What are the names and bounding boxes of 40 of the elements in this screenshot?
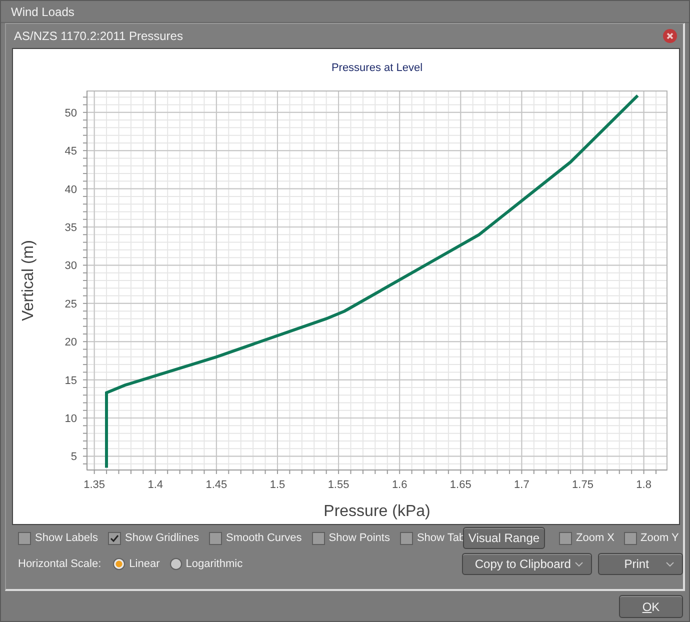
option-checkbox[interactable]: Show Points [312, 532, 390, 544]
y-axis-label: Vertical (m) [20, 240, 37, 321]
dropdown-button[interactable]: Copy to Clipboard [462, 553, 592, 575]
y-tick-label: 25 [64, 298, 77, 310]
scale-radio[interactable]: Linear [113, 558, 160, 570]
scale-label: Horizontal Scale: [18, 558, 102, 570]
panel-title: AS/NZS 1170.2:2011 Pressures [14, 28, 183, 42]
ok-button[interactable]: OK [619, 595, 683, 618]
check-icon [110, 534, 119, 542]
x-tick-label: 1.8 [636, 479, 652, 491]
window-title: Wind Loads [11, 4, 74, 18]
x-tick-label: 1.65 [450, 479, 472, 491]
x-tick-label: 1.7 [514, 479, 530, 491]
option-checkbox[interactable]: Smooth Curves [208, 532, 302, 544]
x-tick-label: 1.4 [148, 479, 164, 491]
y-tick-label: 10 [64, 413, 77, 426]
zoom-checkbox[interactable]: Zoom Y [624, 532, 679, 544]
y-tick-label: 35 [64, 222, 77, 234]
dropdown-button[interactable]: Print [598, 553, 683, 575]
zoom-checkbox[interactable]: Zoom X [559, 532, 615, 544]
y-tick-label: 50 [64, 107, 77, 120]
option-checkbox[interactable]: Show Gridlines [108, 532, 199, 544]
x-tick-label: 1.55 [328, 479, 350, 491]
option-checkbox[interactable]: Show Labels [18, 532, 98, 544]
x-tick-label: 1.6 [392, 479, 408, 491]
x-axis-label: Pressure (kPa) [324, 503, 430, 520]
visual-range-button[interactable]: Visual Range [463, 527, 545, 549]
chart-title: Pressures at Level [331, 62, 423, 74]
y-tick-label: 15 [64, 374, 77, 387]
y-tick-label: 5 [70, 451, 77, 464]
x-tick-label: 1.5 [270, 479, 286, 491]
y-tick-label: 30 [64, 260, 77, 272]
y-tick-label: 40 [64, 184, 77, 196]
y-tick-label: 45 [64, 146, 77, 158]
x-tick-label: 1.75 [572, 479, 594, 491]
close-icon[interactable] [663, 28, 677, 42]
y-tick-label: 20 [64, 336, 77, 349]
scale-radio[interactable]: Logarithmic [170, 558, 243, 570]
x-tick-label: 1.35 [84, 479, 106, 491]
x-tick-label: 1.45 [206, 479, 228, 491]
